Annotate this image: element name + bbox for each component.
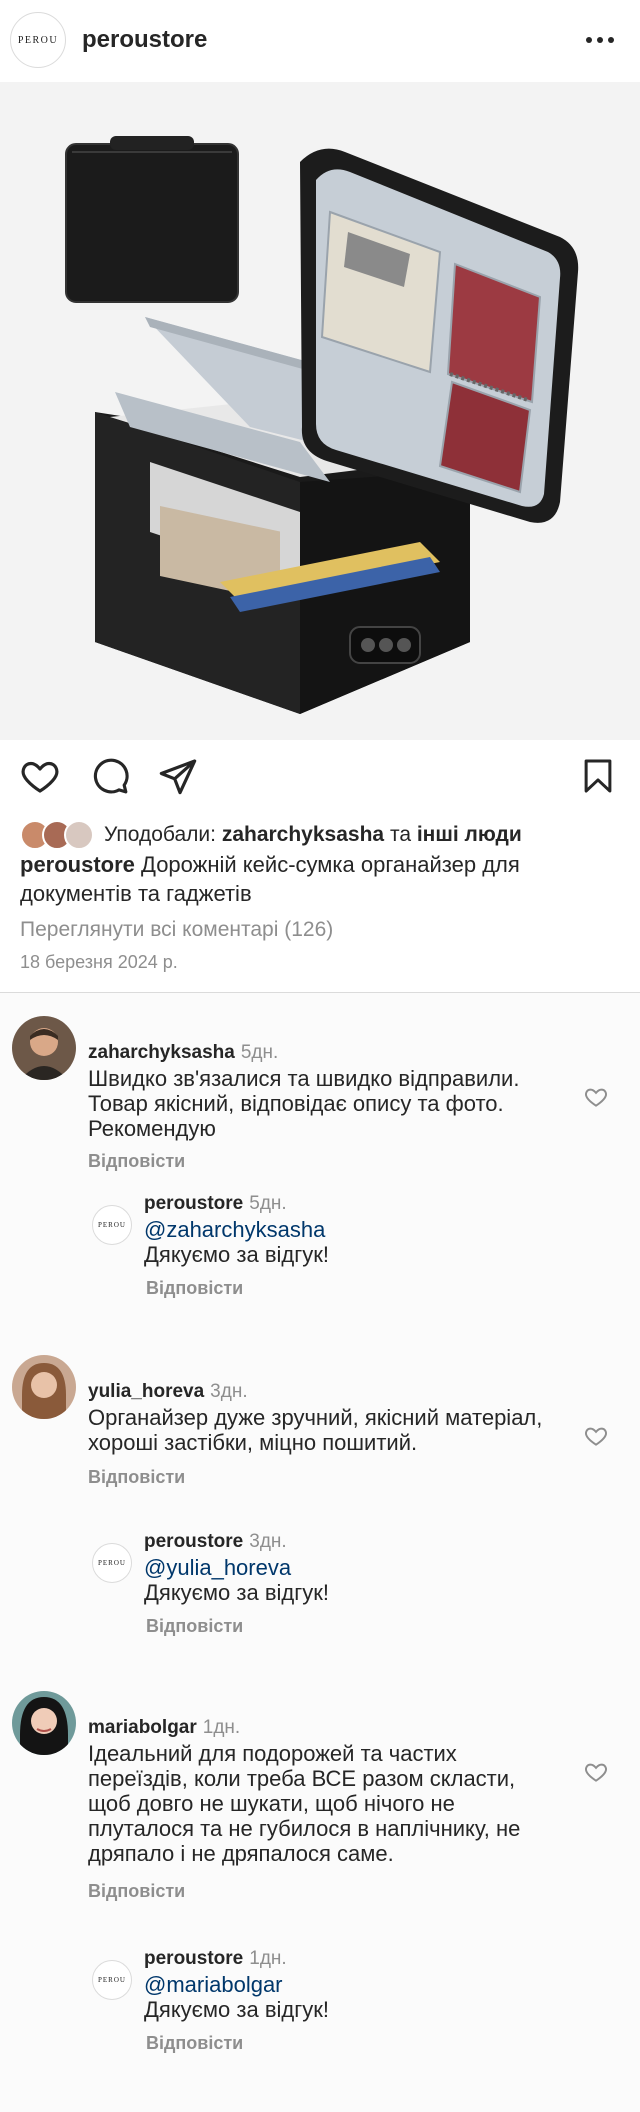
reply-text: Дякуємо за відгук! xyxy=(144,1242,329,1267)
comment-time: 5дн. xyxy=(240,1042,279,1063)
post-image[interactable] xyxy=(0,82,640,740)
reply-button[interactable]: Відповісти xyxy=(88,1151,185,1172)
post-date: 18 березня 2024 р. xyxy=(20,952,178,972)
mention-link[interactable]: @zaharchyksasha xyxy=(144,1217,325,1242)
likes-others[interactable]: інші люди xyxy=(417,823,522,846)
store-avatar[interactable]: PEROU xyxy=(92,1960,132,2000)
likes-user[interactable]: zaharchyksasha xyxy=(222,823,384,846)
view-all-comments-link[interactable]: Переглянути всі коментарі (126) xyxy=(20,918,333,942)
likes-prefix: Уподобали: xyxy=(104,823,216,846)
comment-text: @mariabolgar Дякуємо за відгук! xyxy=(144,1972,544,2022)
caption-username[interactable]: peroustore xyxy=(20,852,135,877)
comment-time: 3дн. xyxy=(249,1531,287,1552)
store-avatar[interactable]: PEROU xyxy=(92,1205,132,1245)
comment-reply: PEROU peroustore 1дн. @mariabolgar Дякуєм… xyxy=(92,1948,632,2053)
comment-reply: PEROU peroustore 3дн. @yulia_horeva Дякує… xyxy=(92,1531,632,1636)
small-heart-icon[interactable] xyxy=(582,1084,610,1110)
reply-button[interactable]: Відповісти xyxy=(146,1616,243,1637)
likes-text: Уподобали: zaharchyksasha та інші люди xyxy=(104,823,522,847)
avatar[interactable] xyxy=(12,1691,76,1755)
comment-time: 3дн. xyxy=(210,1381,248,1402)
avatar[interactable] xyxy=(12,1016,76,1080)
reply-button[interactable]: Відповісти xyxy=(146,2033,243,2054)
comment-author[interactable]: yulia_horeva 3дн. xyxy=(88,1381,248,1403)
comment: zaharchyksasha 5дн. Швидко зв'язалися та … xyxy=(12,1016,632,1171)
comment-bubble-icon[interactable] xyxy=(86,752,134,800)
comment-text: Швидко зв'язалися та швидко відправили. … xyxy=(88,1066,520,1141)
comment-text: Ідеальний для подорожей та частих переїз… xyxy=(88,1741,521,1866)
reply-text: Дякуємо за відгук! xyxy=(144,1580,329,1605)
comment-author[interactable]: peroustore 3дн. xyxy=(144,1531,287,1553)
small-heart-icon[interactable] xyxy=(582,1759,610,1785)
store-avatar[interactable]: PEROU xyxy=(92,1543,132,1583)
comments-list: zaharchyksasha 5дн. Швидко зв'язалися та … xyxy=(0,993,640,2112)
comment-text: @yulia_horeva Дякуємо за відгук! xyxy=(144,1555,544,1605)
comment: mariabolgar 1дн. Ідеальний для подорожей … xyxy=(12,1691,632,1911)
likes-and: та xyxy=(389,823,411,846)
comment-author[interactable]: peroustore 5дн. xyxy=(144,1193,287,1215)
header-username[interactable]: peroustore xyxy=(82,26,207,54)
comment-time: 1дн. xyxy=(202,1717,241,1738)
bookmark-icon[interactable] xyxy=(574,752,622,800)
comment: yulia_horeva 3дн. Органайзер дуже зручний… xyxy=(12,1355,632,1505)
reply-text: Дякуємо за відгук! xyxy=(144,1997,329,2022)
comment-author[interactable]: mariabolgar 1дн. xyxy=(88,1717,240,1739)
mention-link[interactable]: @mariabolgar xyxy=(144,1972,283,1997)
post-header: PEROU peroustore xyxy=(0,0,640,80)
comment-author[interactable]: peroustore 1дн. xyxy=(144,1948,287,1970)
comment-time: 1дн. xyxy=(249,1948,287,1969)
reply-button[interactable]: Відповісти xyxy=(88,1467,185,1488)
post-actions xyxy=(0,752,640,808)
comment-time: 5дн. xyxy=(249,1193,287,1214)
comment-text: Органайзер дуже зручний, якісний матеріа… xyxy=(88,1405,543,1455)
more-options-icon[interactable] xyxy=(586,37,614,43)
comment-text: @zaharchyksasha Дякуємо за відгук! xyxy=(144,1217,544,1267)
small-heart-icon[interactable] xyxy=(582,1423,610,1449)
likes-summary[interactable]: Уподобали: zaharchyksasha та інші люди xyxy=(20,815,522,855)
reply-button[interactable]: Відповісти xyxy=(88,1881,185,1902)
heart-icon[interactable] xyxy=(16,752,64,800)
avatar[interactable] xyxy=(12,1355,76,1419)
liker-avatar xyxy=(64,820,94,850)
send-paper-plane-icon[interactable] xyxy=(154,752,202,800)
reply-button[interactable]: Відповісти xyxy=(146,1278,243,1299)
mention-link[interactable]: @yulia_horeva xyxy=(144,1555,291,1580)
organizer-bag-illustration xyxy=(0,82,640,740)
store-avatar-logo: PEROU xyxy=(17,34,59,46)
comment-author[interactable]: zaharchyksasha 5дн. xyxy=(88,1042,278,1064)
post-caption: peroustore Дорожній кейс-сумка органайзе… xyxy=(20,850,620,908)
comment-reply: PEROU peroustore 5дн. @zaharchyksasha Дяк… xyxy=(92,1193,632,1298)
store-avatar[interactable]: PEROU xyxy=(10,12,66,68)
